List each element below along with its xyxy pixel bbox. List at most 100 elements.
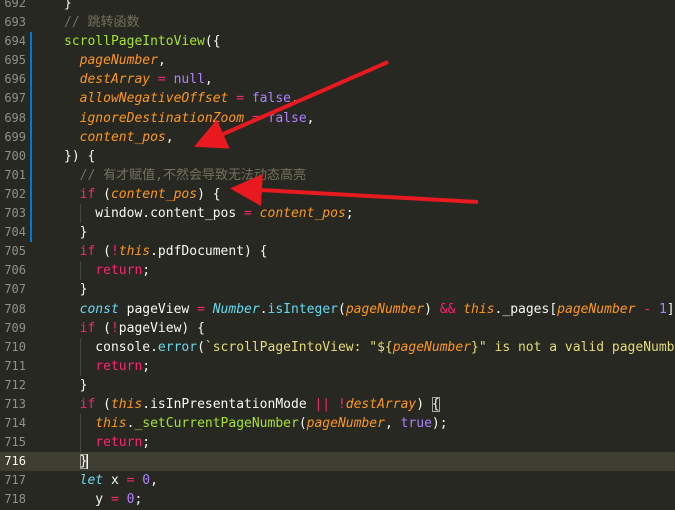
line-number: 712 [4, 377, 26, 392]
line-number: 695 [4, 53, 26, 68]
code-line[interactable]: 693 // 跳转函数 [0, 13, 675, 32]
code-token: content_pos [259, 206, 346, 222]
code-text: pageNumber, [64, 51, 166, 70]
code-token: .isInPresentationMode [142, 396, 315, 412]
code-line[interactable]: 708 const pageView = Number.isInteger(pa… [0, 300, 675, 319]
code-line[interactable]: 717 let x = 0, [0, 471, 675, 490]
code-token: ; [134, 492, 143, 508]
code-line[interactable]: 715 return; [0, 433, 675, 453]
code-token: ( [95, 396, 111, 412]
code-token: destArray [79, 72, 151, 88]
code-token: = [150, 72, 174, 88]
code-line[interactable]: 718 y = 0; [0, 490, 675, 509]
code-token: ._pages[ [494, 301, 558, 317]
code-line[interactable]: 707 } [0, 280, 675, 299]
code-token: . [259, 301, 268, 317]
git-change-marker [30, 70, 32, 90]
code-token: pageNumber [557, 301, 636, 317]
code-line[interactable]: 706 return; [0, 261, 675, 281]
code-line[interactable]: 714 this._setCurrentPageNumber(pageNumbe… [0, 414, 675, 434]
code-token: pageView [118, 301, 198, 317]
line-number: 697 [4, 91, 26, 106]
line-number: 711 [4, 358, 26, 373]
code-token: = [110, 492, 119, 508]
git-change-marker [30, 204, 32, 224]
line-number: 718 [4, 492, 26, 507]
code-line[interactable]: 692} [0, 0, 675, 13]
code-token: // 跳转函数 [64, 15, 140, 31]
line-number: 705 [4, 244, 26, 259]
code-token: return [95, 263, 143, 279]
code-line[interactable]: 700}) { [0, 146, 675, 166]
code-token: pageNumber [345, 301, 425, 317]
code-line[interactable]: 696 destArray = null, [0, 70, 675, 90]
code-line[interactable]: 699 content_pos, [0, 127, 675, 147]
code-token: content_pos [110, 186, 198, 202]
code-text: } [64, 452, 89, 471]
code-line[interactable]: 704 } [0, 223, 675, 243]
line-number: 710 [4, 339, 26, 354]
code-text: return; [64, 433, 150, 452]
code-line[interactable]: 712 } [0, 376, 675, 395]
code-editor[interactable]: 692} 693 // 跳转函数 694 scrollPageIntoView({695… [0, 0, 675, 510]
code-token: this [463, 301, 495, 317]
code-token: `scrollPageIntoView: "${ [204, 339, 393, 355]
code-token: ( [95, 186, 111, 202]
code-token: console. [64, 339, 158, 355]
code-text: y = 0; [64, 490, 142, 509]
line-number: 706 [4, 263, 26, 278]
code-line[interactable]: 705 if (!this.pdfDocument) { [0, 242, 675, 261]
code-token: , [150, 473, 158, 489]
code-line[interactable]: 710 console.error(`scrollPageIntoView: "… [0, 337, 675, 357]
code-token: } [64, 282, 88, 298]
code-token: ) [416, 396, 432, 412]
code-token: return [95, 358, 143, 374]
code-line[interactable]: 695 pageNumber, [0, 51, 675, 71]
code-text: content_pos, [64, 128, 174, 147]
code-token: isInteger [267, 301, 338, 317]
code-token: , [165, 129, 174, 145]
code-text: if (content_pos) { [64, 185, 221, 204]
code-line[interactable]: 694 scrollPageIntoView({ [0, 32, 675, 52]
code-token: ; [142, 358, 151, 374]
code-token: ( [95, 244, 111, 260]
line-number: 693 [4, 15, 26, 30]
code-line[interactable]: 711 return; [0, 356, 675, 376]
code-line[interactable]: 703 window.content_pos = content_pos; [0, 204, 675, 224]
code-text: destArray = null, [64, 70, 213, 89]
code-token: this [110, 396, 143, 412]
code-token: = [197, 301, 205, 317]
code-line[interactable]: 713 if (this.isInPresentationMode || !de… [0, 395, 675, 414]
code-token: , [306, 110, 315, 126]
code-token: if [79, 320, 96, 336]
code-token: , [157, 53, 166, 69]
code-line[interactable]: 716 } [0, 452, 675, 472]
line-number: 713 [4, 396, 26, 411]
code-token: y [64, 492, 111, 508]
code-text: } [64, 0, 72, 13]
code-text: }) { [64, 147, 95, 166]
git-change-marker [30, 223, 32, 243]
code-line[interactable]: 702 if (content_pos) { [0, 184, 675, 205]
code-text: allowNegativeOffset = false, [64, 89, 299, 108]
git-change-marker [30, 184, 32, 205]
code-token: true [400, 416, 432, 432]
code-line[interactable]: 701 // 有才赋值,不然会导致无法动态高亮 [0, 165, 675, 185]
code-line[interactable]: 697 allowNegativeOffset = false, [0, 89, 675, 109]
code-token: 0 [142, 473, 151, 489]
code-line[interactable]: 709 if (!pageView) { [0, 319, 675, 338]
code-token: if [79, 186, 96, 202]
code-text: let x = 0, [64, 471, 158, 490]
code-line[interactable]: 698 ignoreDestinationZoom = false, [0, 108, 675, 128]
code-token: content_pos [79, 129, 166, 145]
code-text: return; [64, 357, 150, 376]
line-number: 703 [4, 206, 26, 221]
